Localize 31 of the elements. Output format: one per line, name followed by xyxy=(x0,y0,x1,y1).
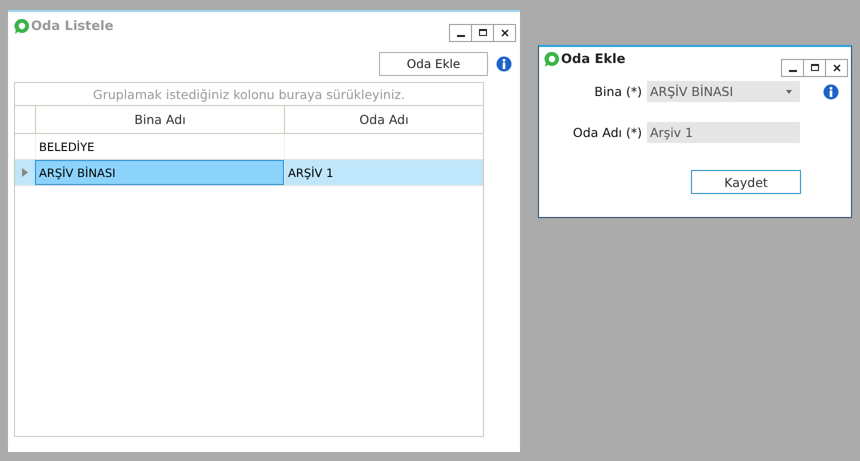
close-button[interactable] xyxy=(825,59,848,77)
column-header[interactable]: Oda Adı xyxy=(359,112,409,127)
dropdown-caret-icon xyxy=(786,90,792,94)
table-cell: BELEDİYE xyxy=(39,140,94,154)
field-label: Oda Adı (*) xyxy=(572,125,643,140)
logo-icon xyxy=(14,18,30,35)
table-row[interactable]: ARŞİV BİNASI ARŞİV 1 xyxy=(15,160,483,186)
maximize-button[interactable] xyxy=(803,59,826,77)
minimize-button[interactable] xyxy=(449,24,472,42)
add-room-button[interactable]: Oda Ekle xyxy=(379,52,488,76)
info-icon[interactable] xyxy=(496,56,512,72)
table-cell: ARŞİV BİNASI xyxy=(39,166,116,180)
info-icon[interactable] xyxy=(823,84,839,100)
close-icon xyxy=(500,29,508,37)
window-title: Oda Listele xyxy=(31,19,114,34)
field-label: Bina (*) xyxy=(593,84,643,99)
minimize-button[interactable] xyxy=(781,59,804,77)
logo-icon xyxy=(544,51,560,68)
maximize-icon xyxy=(810,64,818,72)
building-dropdown[interactable]: ARŞİV BİNASI xyxy=(647,81,800,102)
close-icon xyxy=(832,64,840,72)
window-title: Oda Ekle xyxy=(561,52,626,67)
save-button[interactable]: Kaydet xyxy=(691,170,801,194)
row-pointer-icon xyxy=(22,168,28,177)
room-name-field[interactable]: Arşiv 1 xyxy=(647,122,800,143)
column-header[interactable]: Bina Adı xyxy=(134,112,186,127)
close-button[interactable] xyxy=(493,24,516,42)
group-panel-hint: Gruplamak istediğiniz kolonu buraya sürükleyiniz. xyxy=(93,86,405,102)
maximize-icon xyxy=(478,29,486,37)
table-cell: ARŞİV 1 xyxy=(288,166,334,180)
maximize-button[interactable] xyxy=(471,24,494,42)
